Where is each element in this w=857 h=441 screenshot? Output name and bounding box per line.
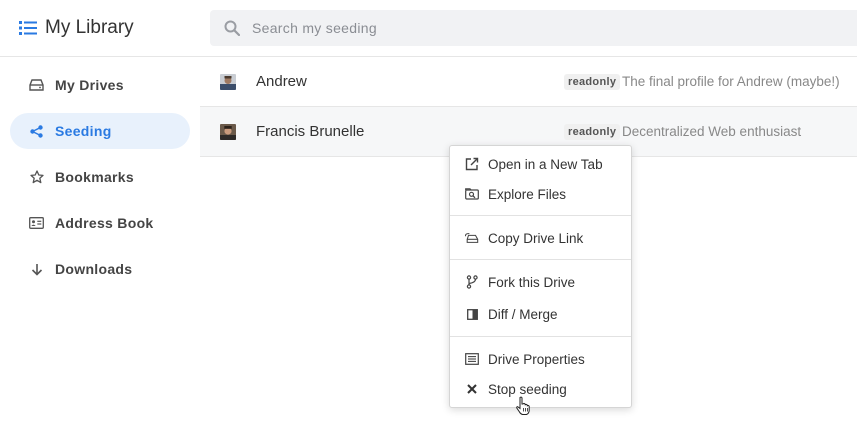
drive-description: The final profile for Andrew (maybe!): [622, 74, 840, 89]
brand: My Library: [19, 16, 134, 40]
menu-item-label: Copy Drive Link: [488, 230, 584, 246]
header: My Library: [0, 0, 857, 57]
menu-item-open-new-tab[interactable]: Open in a New Tab: [450, 150, 631, 178]
sidebar-item-my-drives[interactable]: My Drives: [10, 67, 190, 103]
sidebar: My Drives Seeding Bookmarks Address Book…: [0, 57, 200, 441]
sidebar-item-address-book[interactable]: Address Book: [10, 205, 190, 241]
menu-item-drive-properties[interactable]: Drive Properties: [450, 345, 631, 373]
properties-list-icon: [465, 352, 479, 366]
drive-icon: [29, 78, 44, 93]
hand-pointer-icon: [515, 396, 531, 416]
menu-item-copy-drive-link[interactable]: Copy Drive Link: [450, 224, 631, 252]
table-row[interactable]: Andrew readonly The final profile for An…: [200, 57, 857, 107]
sidebar-item-label: Downloads: [55, 261, 133, 277]
sidebar-item-label: Bookmarks: [55, 169, 134, 185]
menu-item-stop-seeding[interactable]: Stop seeding: [450, 375, 631, 403]
menu-item-label: Open in a New Tab: [488, 156, 603, 172]
drive-description: Decentralized Web enthusiast: [622, 124, 802, 139]
star-icon: [29, 170, 44, 185]
search-bar[interactable]: [210, 10, 857, 46]
list-icon: [19, 19, 37, 37]
menu-item-label: Diff / Merge: [488, 306, 558, 322]
diff-icon: [465, 307, 479, 321]
drive-link-icon: [465, 231, 479, 245]
sidebar-item-label: My Drives: [55, 77, 124, 93]
external-link-icon: [465, 157, 479, 171]
menu-divider: [450, 259, 631, 260]
avatar: [220, 73, 236, 90]
address-card-icon: [29, 216, 44, 231]
sidebar-item-label: Address Book: [55, 215, 154, 231]
avatar: [220, 123, 236, 140]
sidebar-item-downloads[interactable]: Downloads: [10, 251, 190, 287]
menu-item-fork-drive[interactable]: Fork this Drive: [450, 268, 631, 296]
menu-item-label: Drive Properties: [488, 351, 585, 367]
menu-divider: [450, 336, 631, 337]
search-input[interactable]: [252, 20, 812, 36]
menu-item-label: Stop seeding: [488, 381, 567, 397]
sidebar-item-bookmarks[interactable]: Bookmarks: [10, 159, 190, 195]
close-icon: [465, 382, 479, 396]
drive-name: Francis Brunelle: [256, 123, 365, 140]
drive-name: Andrew: [256, 73, 307, 90]
share-icon: [29, 124, 44, 139]
sidebar-item-seeding[interactable]: Seeding: [10, 113, 190, 149]
menu-item-label: Fork this Drive: [488, 274, 576, 290]
menu-item-diff-merge[interactable]: Diff / Merge: [450, 300, 631, 328]
page-title: My Library: [45, 17, 134, 38]
context-menu: Open in a New Tab Explore Files Copy Dri…: [449, 145, 632, 408]
menu-item-label: Explore Files: [488, 186, 567, 202]
readonly-badge: readonly: [564, 73, 621, 90]
arrow-down-icon: [29, 262, 44, 277]
menu-divider: [450, 215, 631, 216]
file-search-icon: [465, 187, 479, 201]
search-icon: [224, 20, 241, 37]
menu-item-explore-files[interactable]: Explore Files: [450, 180, 631, 208]
sidebar-item-label: Seeding: [55, 123, 112, 139]
code-fork-icon: [465, 275, 479, 289]
readonly-badge: readonly: [564, 123, 621, 140]
